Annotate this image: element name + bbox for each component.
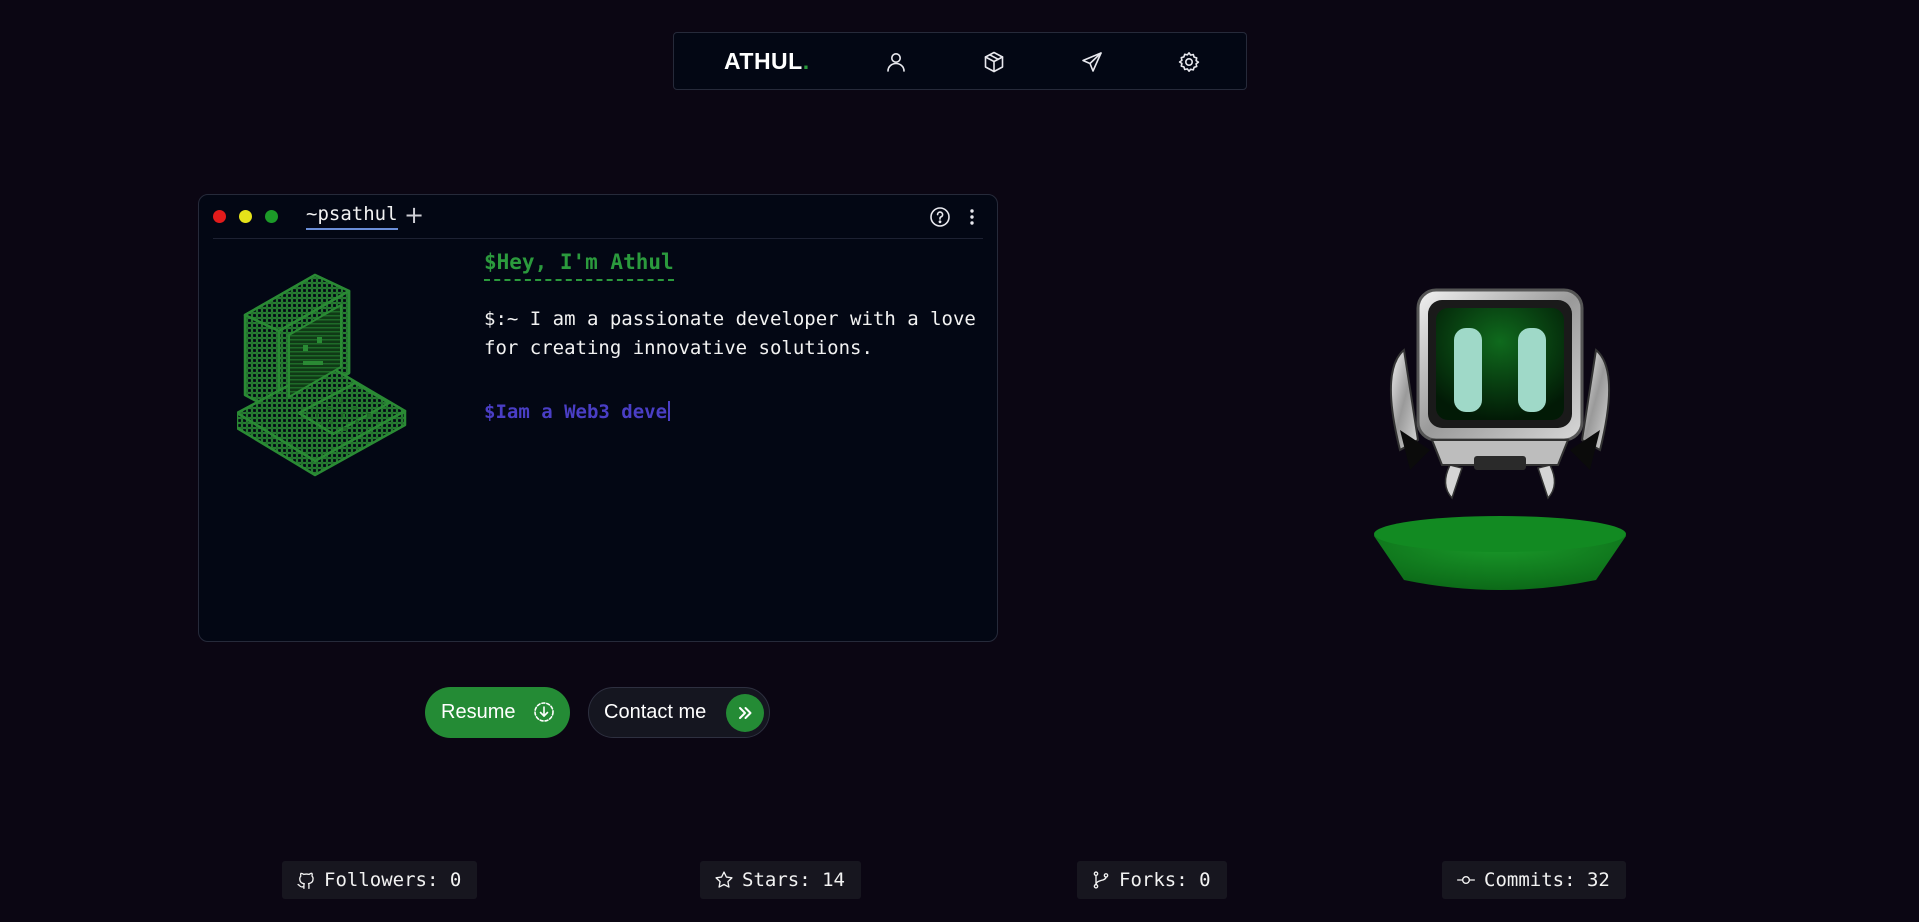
resume-button[interactable]: Resume xyxy=(425,687,570,738)
typed-text: $Iam a Web3 deve xyxy=(484,401,668,423)
nav-settings-gear-icon[interactable] xyxy=(1177,50,1201,74)
terminal-description: $:~ I am a passionate developer with a l… xyxy=(484,308,976,359)
maximize-dot[interactable] xyxy=(265,210,278,223)
forks-text: Forks: 0 xyxy=(1119,869,1211,891)
resume-label: Resume xyxy=(441,701,516,723)
contact-me-button[interactable]: Contact me xyxy=(588,687,770,738)
text-cursor xyxy=(668,401,671,421)
typing-line: $Iam a Web3 deve xyxy=(484,401,671,423)
logo-text: ATHUL xyxy=(724,47,803,74)
followers-text: Followers: 0 xyxy=(324,869,462,891)
followers-stat: Followers: 0 xyxy=(282,861,478,899)
contact-label: Contact me xyxy=(604,701,707,723)
stars-stat: Stars: 14 xyxy=(700,861,861,899)
logo-dot: . xyxy=(802,47,810,74)
star-icon xyxy=(715,871,733,888)
commits-text: Commits: 32 xyxy=(1484,869,1610,891)
robot-3d-model[interactable] xyxy=(1370,280,1630,610)
minimize-dot[interactable] xyxy=(239,210,252,223)
add-tab-button[interactable]: + xyxy=(404,201,424,229)
git-commit-icon xyxy=(1457,876,1475,884)
terminal-heading: $Hey, I'm Athul xyxy=(484,250,674,281)
close-dot[interactable] xyxy=(213,210,226,223)
git-fork-icon xyxy=(1093,871,1109,889)
double-chevron-right-icon xyxy=(726,694,764,732)
commits-stat: Commits: 32 xyxy=(1442,861,1626,899)
github-icon xyxy=(297,872,314,889)
nav-contact-send-icon[interactable] xyxy=(1080,50,1104,74)
help-icon[interactable] xyxy=(929,206,951,228)
nav-about-user-icon[interactable] xyxy=(884,50,908,74)
forks-stat: Forks: 0 xyxy=(1077,861,1227,899)
download-icon xyxy=(533,701,555,723)
pixel-computer-illustration xyxy=(237,273,407,477)
terminal-tab[interactable]: ~psathul xyxy=(306,203,398,230)
site-logo[interactable]: ATHUL. xyxy=(724,48,810,75)
terminal-titlebar: ~psathul + xyxy=(213,195,983,239)
top-navbar: ATHUL. xyxy=(673,32,1247,90)
nav-projects-cube-icon[interactable] xyxy=(982,50,1006,74)
stars-text: Stars: 14 xyxy=(742,869,845,891)
terminal-window: ~psathul + $Hey, I'm Athul $:~ I am a pa… xyxy=(198,194,998,642)
more-options-icon[interactable] xyxy=(961,206,983,228)
